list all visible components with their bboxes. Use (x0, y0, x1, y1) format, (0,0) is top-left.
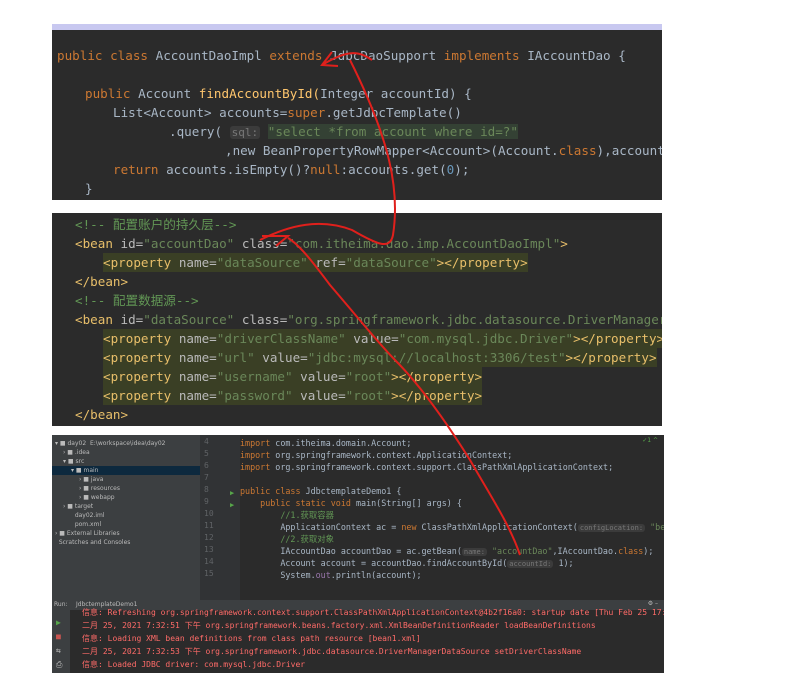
annotation-arrow-overlay (259, 51, 521, 556)
annotation-arrow-2 (287, 237, 521, 556)
annotation-arrow-1 (259, 52, 397, 245)
